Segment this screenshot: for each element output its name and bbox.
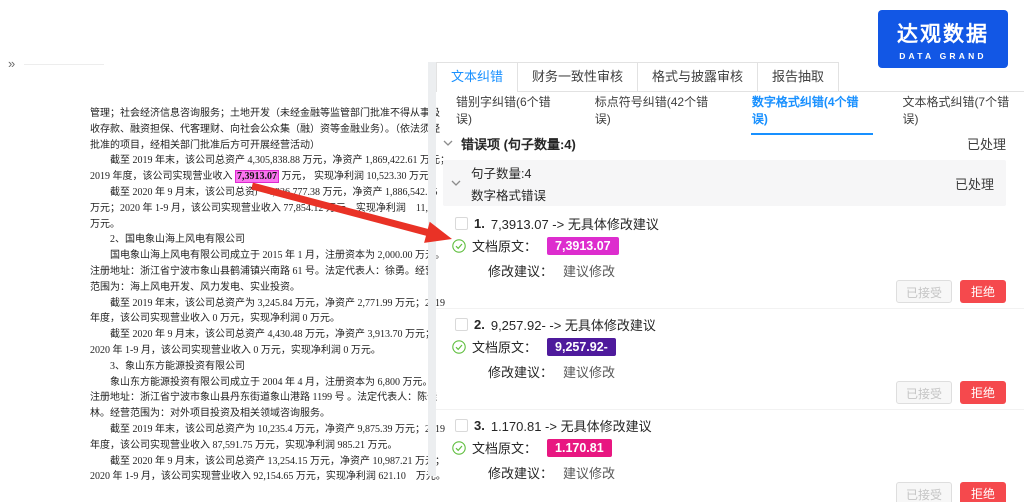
item-index: 1.	[474, 216, 485, 231]
suggestion-label: 修改建议：	[488, 362, 553, 378]
document-line: 截至 2020 年 9 月末，该公司总资产 4,430.48 万元，净资产 3,…	[90, 327, 422, 343]
suggestion-label: 修改建议：	[488, 261, 553, 277]
error-section-title: 错误项 (句子数量:4)	[461, 134, 576, 153]
subtab-number-format-errors[interactable]: 数字格式纠错(4个错误)	[751, 86, 874, 135]
item-title-text: 1.170.81 -> 无具体修改建议	[491, 416, 652, 435]
suggestion-label: 修改建议：	[488, 463, 553, 479]
error-item: 2. 9,257.92- -> 无具体修改建议 文档原文： 9,257.92- …	[436, 309, 1024, 410]
panel-divider[interactable]	[428, 62, 436, 476]
reject-button[interactable]: 拒绝	[960, 381, 1006, 404]
error-item: 1. 7,3913.07 -> 无具体修改建议 文档原文： 7,3913.07 …	[436, 208, 1024, 309]
document-error-highlight[interactable]: 7,3913.07	[235, 170, 279, 183]
original-text-label: 文档原文：	[472, 236, 537, 255]
subtab-typo-errors[interactable]: 错别字纠错(6个错误)	[455, 86, 566, 135]
error-list-panel: 错误项 (句子数量:4) 已处理 句子数量:4 数字格式错误 已处理 1. 7,	[436, 130, 1024, 502]
item-index: 2.	[474, 317, 485, 332]
original-text-tag: 7,3913.07	[547, 237, 619, 255]
document-line-highlighted: 2019 年度，该公司实现营业收入 7,3913.07 万元， 实现净利润 10…	[90, 169, 422, 185]
accepted-button[interactable]: 已接受	[896, 381, 952, 404]
original-text-label: 文档原文：	[472, 337, 537, 356]
item-checkbox[interactable]	[455, 318, 468, 331]
suggestion-value: 建议修改	[563, 463, 615, 479]
subtab-text-format-errors[interactable]: 文本格式纠错(7个错误)	[901, 86, 1024, 135]
document-line: 截至 2019 年末，该公司总资产 4,305,838.88 万元，净资产 1,…	[90, 153, 422, 169]
item-title-text: 9,257.92- -> 无具体修改建议	[491, 315, 656, 334]
original-text-tag: 1.170.81	[547, 439, 612, 457]
document-line: 2、国电象山海上风电有限公司	[90, 232, 422, 248]
chevron-down-icon[interactable]	[451, 180, 461, 186]
document-line: 年度，该公司实现营业收入 0 万元，实现净利润 0 万元。	[90, 311, 422, 327]
original-text-tag: 9,257.92-	[547, 338, 616, 356]
item-index: 3.	[474, 418, 485, 433]
item-title-text: 7,3913.07 -> 无具体修改建议	[491, 214, 659, 233]
item-checkbox[interactable]	[455, 217, 468, 230]
error-section-header: 错误项 (句子数量:4) 已处理	[436, 132, 1024, 154]
reject-button[interactable]: 拒绝	[960, 280, 1006, 303]
logo-title: 达观数据	[897, 18, 989, 48]
document-line: 万元。	[90, 217, 422, 233]
document-line: 林。经营范围为：对外项目投资及相关领域咨询服务。	[90, 406, 422, 422]
document-text: 万元， 实现净利润 10,523.30 万元。	[279, 171, 439, 182]
document-line: 万元；2020 年 1-9 月，该公司实现营业收入 77,854.12 万元，实…	[90, 201, 422, 217]
group-sentence-count: 句子数量:4	[471, 163, 546, 182]
document-text: 2019 年度，该公司实现营业收入	[90, 171, 235, 182]
reject-button[interactable]: 拒绝	[960, 482, 1006, 502]
original-text-label: 文档原文：	[472, 438, 537, 457]
error-items-list: 1. 7,3913.07 -> 无具体修改建议 文档原文： 7,3913.07 …	[436, 208, 1024, 502]
document-line: 象山东方能源投资有限公司成立于 2004 年 4 月，注册资本为 6,800 万…	[90, 375, 422, 391]
document-line: 注册地址：浙江省宁波市象山县鹤浦镇兴南路 61 号。法定代表人：徐勇。经营	[90, 264, 422, 280]
processed-status: 已处理	[967, 134, 1006, 153]
logo-subtitle: DATA GRAND	[899, 51, 987, 61]
processed-status: 已处理	[955, 174, 994, 193]
suggestion-value: 建议修改	[563, 261, 615, 277]
document-line: 收存款、融资担保、代客理财、向社会公众集（融）资等金融业务）。（依法须经	[90, 122, 422, 138]
document-line: 2020 年 1-9 月，该公司实现营业收入 0 万元，实现净利润 0 万元。	[90, 343, 422, 359]
subtab-punctuation-errors[interactable]: 标点符号纠错(42个错误)	[594, 86, 723, 135]
document-line: 年度，该公司实现营业收入 87,591.75 万元，实现净利润 985.21 万…	[90, 438, 422, 454]
document-line: 截至 2019 年末，该公司总资产为 3,245.84 万元，净资产 2,771…	[90, 296, 422, 312]
sub-tab-bar: 错别字纠错(6个错误) 标点符号纠错(42个错误) 数字格式纠错(4个错误) 文…	[436, 92, 1024, 128]
document-line: 截至 2019 年末，该公司总资产为 10,235.4 万元，净资产 9,875…	[90, 422, 422, 438]
group-error-type: 数字格式错误	[471, 185, 546, 204]
document-line: 批准的项目，经相关部门批准后方可开展经营活动）	[90, 138, 422, 154]
collapse-panel-icon[interactable]: »	[8, 56, 15, 71]
app-window: » 管理；社会经济信息咨询服务；土地开发（未经金融等监管部门批准不得从事吸 收存…	[0, 0, 1024, 502]
document-line: 截至 2020 年 9 月末，该公司总资产 13,254.15 万元，净资产 1…	[90, 454, 422, 470]
document-page: 管理；社会经济信息咨询服务；土地开发（未经金融等监管部门批准不得从事吸 收存款、…	[90, 106, 422, 485]
document-line: 截至 2020 年 9 月末，该公司总资产 4,326,777.38 万元，净资…	[90, 185, 422, 201]
suggestion-value: 建议修改	[563, 362, 615, 378]
accepted-button[interactable]: 已接受	[896, 482, 952, 502]
processed-check-icon[interactable]	[452, 441, 466, 455]
document-line: 国电象山海上风电有限公司成立于 2015 年 1 月，注册资本为 2,000.0…	[90, 248, 422, 264]
review-panel: 达观数据 DATA GRAND 文本纠错 财务一致性审核 格式与披露审核 报告抽…	[436, 0, 1024, 502]
document-line: 注册地址：浙江省宁波市象山县丹东街道象山港路 1199 号 。法定代表人：陈佳	[90, 390, 422, 406]
datagrand-logo: 达观数据 DATA GRAND	[878, 10, 1008, 68]
processed-check-icon[interactable]	[452, 340, 466, 354]
document-line: 2020 年 1-9 月，该公司实现营业收入 92,154.65 万元，实现净利…	[90, 469, 422, 485]
document-line: 范围为：海上风电开发、风力发电、实业投资。	[90, 280, 422, 296]
chevron-down-icon[interactable]	[443, 140, 453, 146]
accepted-button[interactable]: 已接受	[896, 280, 952, 303]
document-line: 3、象山东方能源投资有限公司	[90, 359, 422, 375]
item-checkbox[interactable]	[455, 419, 468, 432]
error-group-header[interactable]: 句子数量:4 数字格式错误 已处理	[443, 160, 1006, 206]
divider	[24, 64, 104, 65]
processed-check-icon[interactable]	[452, 239, 466, 253]
error-item: 3. 1.170.81 -> 无具体修改建议 文档原文： 1.170.81 修改…	[436, 410, 1024, 502]
document-line: 管理；社会经济信息咨询服务；土地开发（未经金融等监管部门批准不得从事吸	[90, 106, 422, 122]
